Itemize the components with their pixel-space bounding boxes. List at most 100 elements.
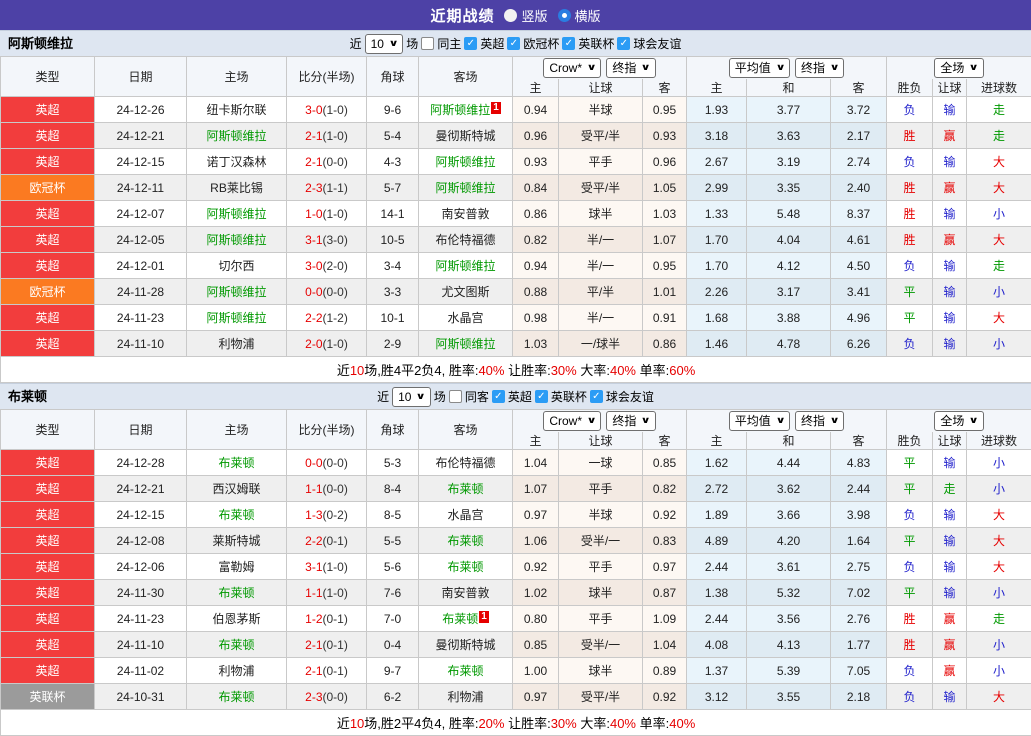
score: 1-1(1-0) (287, 580, 367, 606)
avg-away-odds: 4.50 (831, 253, 887, 279)
same-venue-checkbox[interactable] (449, 390, 462, 403)
avg-home-odds: 1.89 (687, 502, 747, 528)
score: 3-0(1-0) (287, 97, 367, 123)
away-odds: 0.95 (643, 253, 687, 279)
score: 2-2(0-1) (287, 528, 367, 554)
period-select[interactable]: 全场∨ (934, 411, 983, 431)
avg-time-select[interactable]: 终指∨ (795, 411, 844, 431)
corners: 9-7 (367, 658, 419, 684)
away-odds: 1.01 (643, 279, 687, 305)
score: 2-2(1-2) (287, 305, 367, 331)
table-row: 英超 24-12-06 富勒姆 3-1(1-0) 5-6 布莱顿 0.92 平手… (1, 554, 1031, 580)
home-team: 利物浦 (187, 658, 287, 684)
results-table: 类型日期主场比分(半场)角球客场Crow*∨终指∨平均值∨终指∨全场∨主让球客主… (0, 56, 1031, 383)
handicap: 半/一 (559, 227, 643, 253)
away-team: 阿斯顿维拉 (419, 331, 513, 357)
result-goals: 小 (967, 279, 1031, 305)
avg-type-select[interactable]: 平均值∨ (729, 58, 790, 78)
league-checkbox-1[interactable]: ✓ (535, 390, 548, 403)
league-checkbox-1[interactable]: ✓ (507, 37, 520, 50)
avg-away-odds: 7.02 (831, 580, 887, 606)
layout-horizontal-option[interactable]: 横版 (558, 6, 601, 25)
league-checkbox-label: 球会友谊 (606, 388, 654, 405)
score: 1-1(0-0) (287, 476, 367, 502)
home-odds: 1.03 (513, 331, 559, 357)
result-wdl: 负 (887, 502, 933, 528)
league-checkbox-0[interactable]: ✓ (464, 37, 477, 50)
result-goals: 小 (967, 632, 1031, 658)
avg-away-odds: 7.05 (831, 658, 887, 684)
subcolumn-header: 客 (643, 432, 687, 450)
handicap: 平/半 (559, 279, 643, 305)
match-count-select[interactable]: 10∨ (365, 34, 404, 54)
league-type-badge: 英超 (1, 305, 95, 331)
table-row: 英超 24-11-02 利物浦 2-1(0-1) 9-7 布莱顿 1.00 球半… (1, 658, 1031, 684)
near-label: 近 (377, 388, 389, 405)
handicap: 受平/半 (559, 175, 643, 201)
result-wdl: 负 (887, 97, 933, 123)
avg-home-odds: 3.12 (687, 684, 747, 710)
result-handicap: 赢 (933, 606, 967, 632)
odds-group-header: Crow*∨终指∨ (513, 57, 687, 79)
summary-row: 近10场,胜2平4负4, 胜率:20% 让胜率:30% 大率:40% 单率:40… (1, 710, 1031, 736)
chevron-down-icon: ∨ (389, 38, 399, 49)
avg-type-select[interactable]: 平均值∨ (729, 411, 790, 431)
odds-company-select[interactable]: Crow*∨ (543, 58, 601, 78)
avg-away-odds: 2.18 (831, 684, 887, 710)
avg-away-odds: 2.17 (831, 123, 887, 149)
table-row: 欧冠杯 24-12-11 RB莱比锡 2-3(1-1) 5-7 阿斯顿维拉 0.… (1, 175, 1031, 201)
match-date: 24-12-21 (95, 123, 187, 149)
league-checkbox-3[interactable]: ✓ (617, 37, 630, 50)
avg-draw-odds: 3.63 (747, 123, 831, 149)
result-handicap: 输 (933, 253, 967, 279)
handicap: 平手 (559, 149, 643, 175)
score: 3-1(3-0) (287, 227, 367, 253)
avg-draw-odds: 4.20 (747, 528, 831, 554)
column-header: 主场 (187, 410, 287, 450)
away-odds: 0.87 (643, 580, 687, 606)
layout-vertical-option[interactable]: 竖版 (504, 6, 547, 25)
result-goals: 小 (967, 450, 1031, 476)
home-team: RB莱比锡 (187, 175, 287, 201)
table-row: 英联杯 24-10-31 布莱顿 2-3(0-0) 6-2 利物浦 0.97 受… (1, 684, 1031, 710)
away-team: 布伦特福德 (419, 450, 513, 476)
subcolumn-header: 让球 (559, 432, 643, 450)
column-header: 类型 (1, 57, 95, 97)
match-date: 24-12-21 (95, 476, 187, 502)
league-checkbox-2[interactable]: ✓ (562, 37, 575, 50)
avg-time-select[interactable]: 终指∨ (795, 58, 844, 78)
away-odds: 1.07 (643, 227, 687, 253)
match-count-select[interactable]: 10∨ (392, 387, 431, 407)
league-type-badge: 英超 (1, 227, 95, 253)
home-odds: 0.82 (513, 227, 559, 253)
period-select[interactable]: 全场∨ (934, 58, 983, 78)
subcolumn-header: 主 (513, 432, 559, 450)
odds-time-select[interactable]: 终指∨ (606, 411, 655, 431)
odds-group-header: Crow*∨终指∨ (513, 410, 687, 432)
home-team: 阿斯顿维拉 (187, 201, 287, 227)
table-row: 英超 24-11-10 利物浦 2-0(1-0) 2-9 阿斯顿维拉 1.03 … (1, 331, 1031, 357)
corners: 8-5 (367, 502, 419, 528)
home-odds: 0.86 (513, 201, 559, 227)
radio-horizontal-label: 横版 (575, 6, 601, 25)
league-checkbox-2[interactable]: ✓ (590, 390, 603, 403)
match-date: 24-10-31 (95, 684, 187, 710)
radio-unselected-icon[interactable] (504, 9, 517, 22)
odds-company-select[interactable]: Crow*∨ (543, 411, 601, 431)
match-date: 24-12-15 (95, 149, 187, 175)
result-goals: 大 (967, 227, 1031, 253)
home-odds: 1.00 (513, 658, 559, 684)
radio-selected-icon[interactable] (558, 9, 571, 22)
avg-draw-odds: 4.04 (747, 227, 831, 253)
result-goals: 大 (967, 502, 1031, 528)
league-checkbox-0[interactable]: ✓ (492, 390, 505, 403)
subcolumn-header: 胜负 (887, 432, 933, 450)
score: 0-0(0-0) (287, 279, 367, 305)
table-row: 英超 24-12-21 西汉姆联 1-1(0-0) 8-4 布莱顿 1.07 平… (1, 476, 1031, 502)
same-venue-checkbox[interactable] (421, 37, 434, 50)
odds-time-select[interactable]: 终指∨ (606, 58, 655, 78)
result-wdl: 平 (887, 305, 933, 331)
score: 2-1(1-0) (287, 123, 367, 149)
corners: 4-3 (367, 149, 419, 175)
avg-draw-odds: 4.12 (747, 253, 831, 279)
